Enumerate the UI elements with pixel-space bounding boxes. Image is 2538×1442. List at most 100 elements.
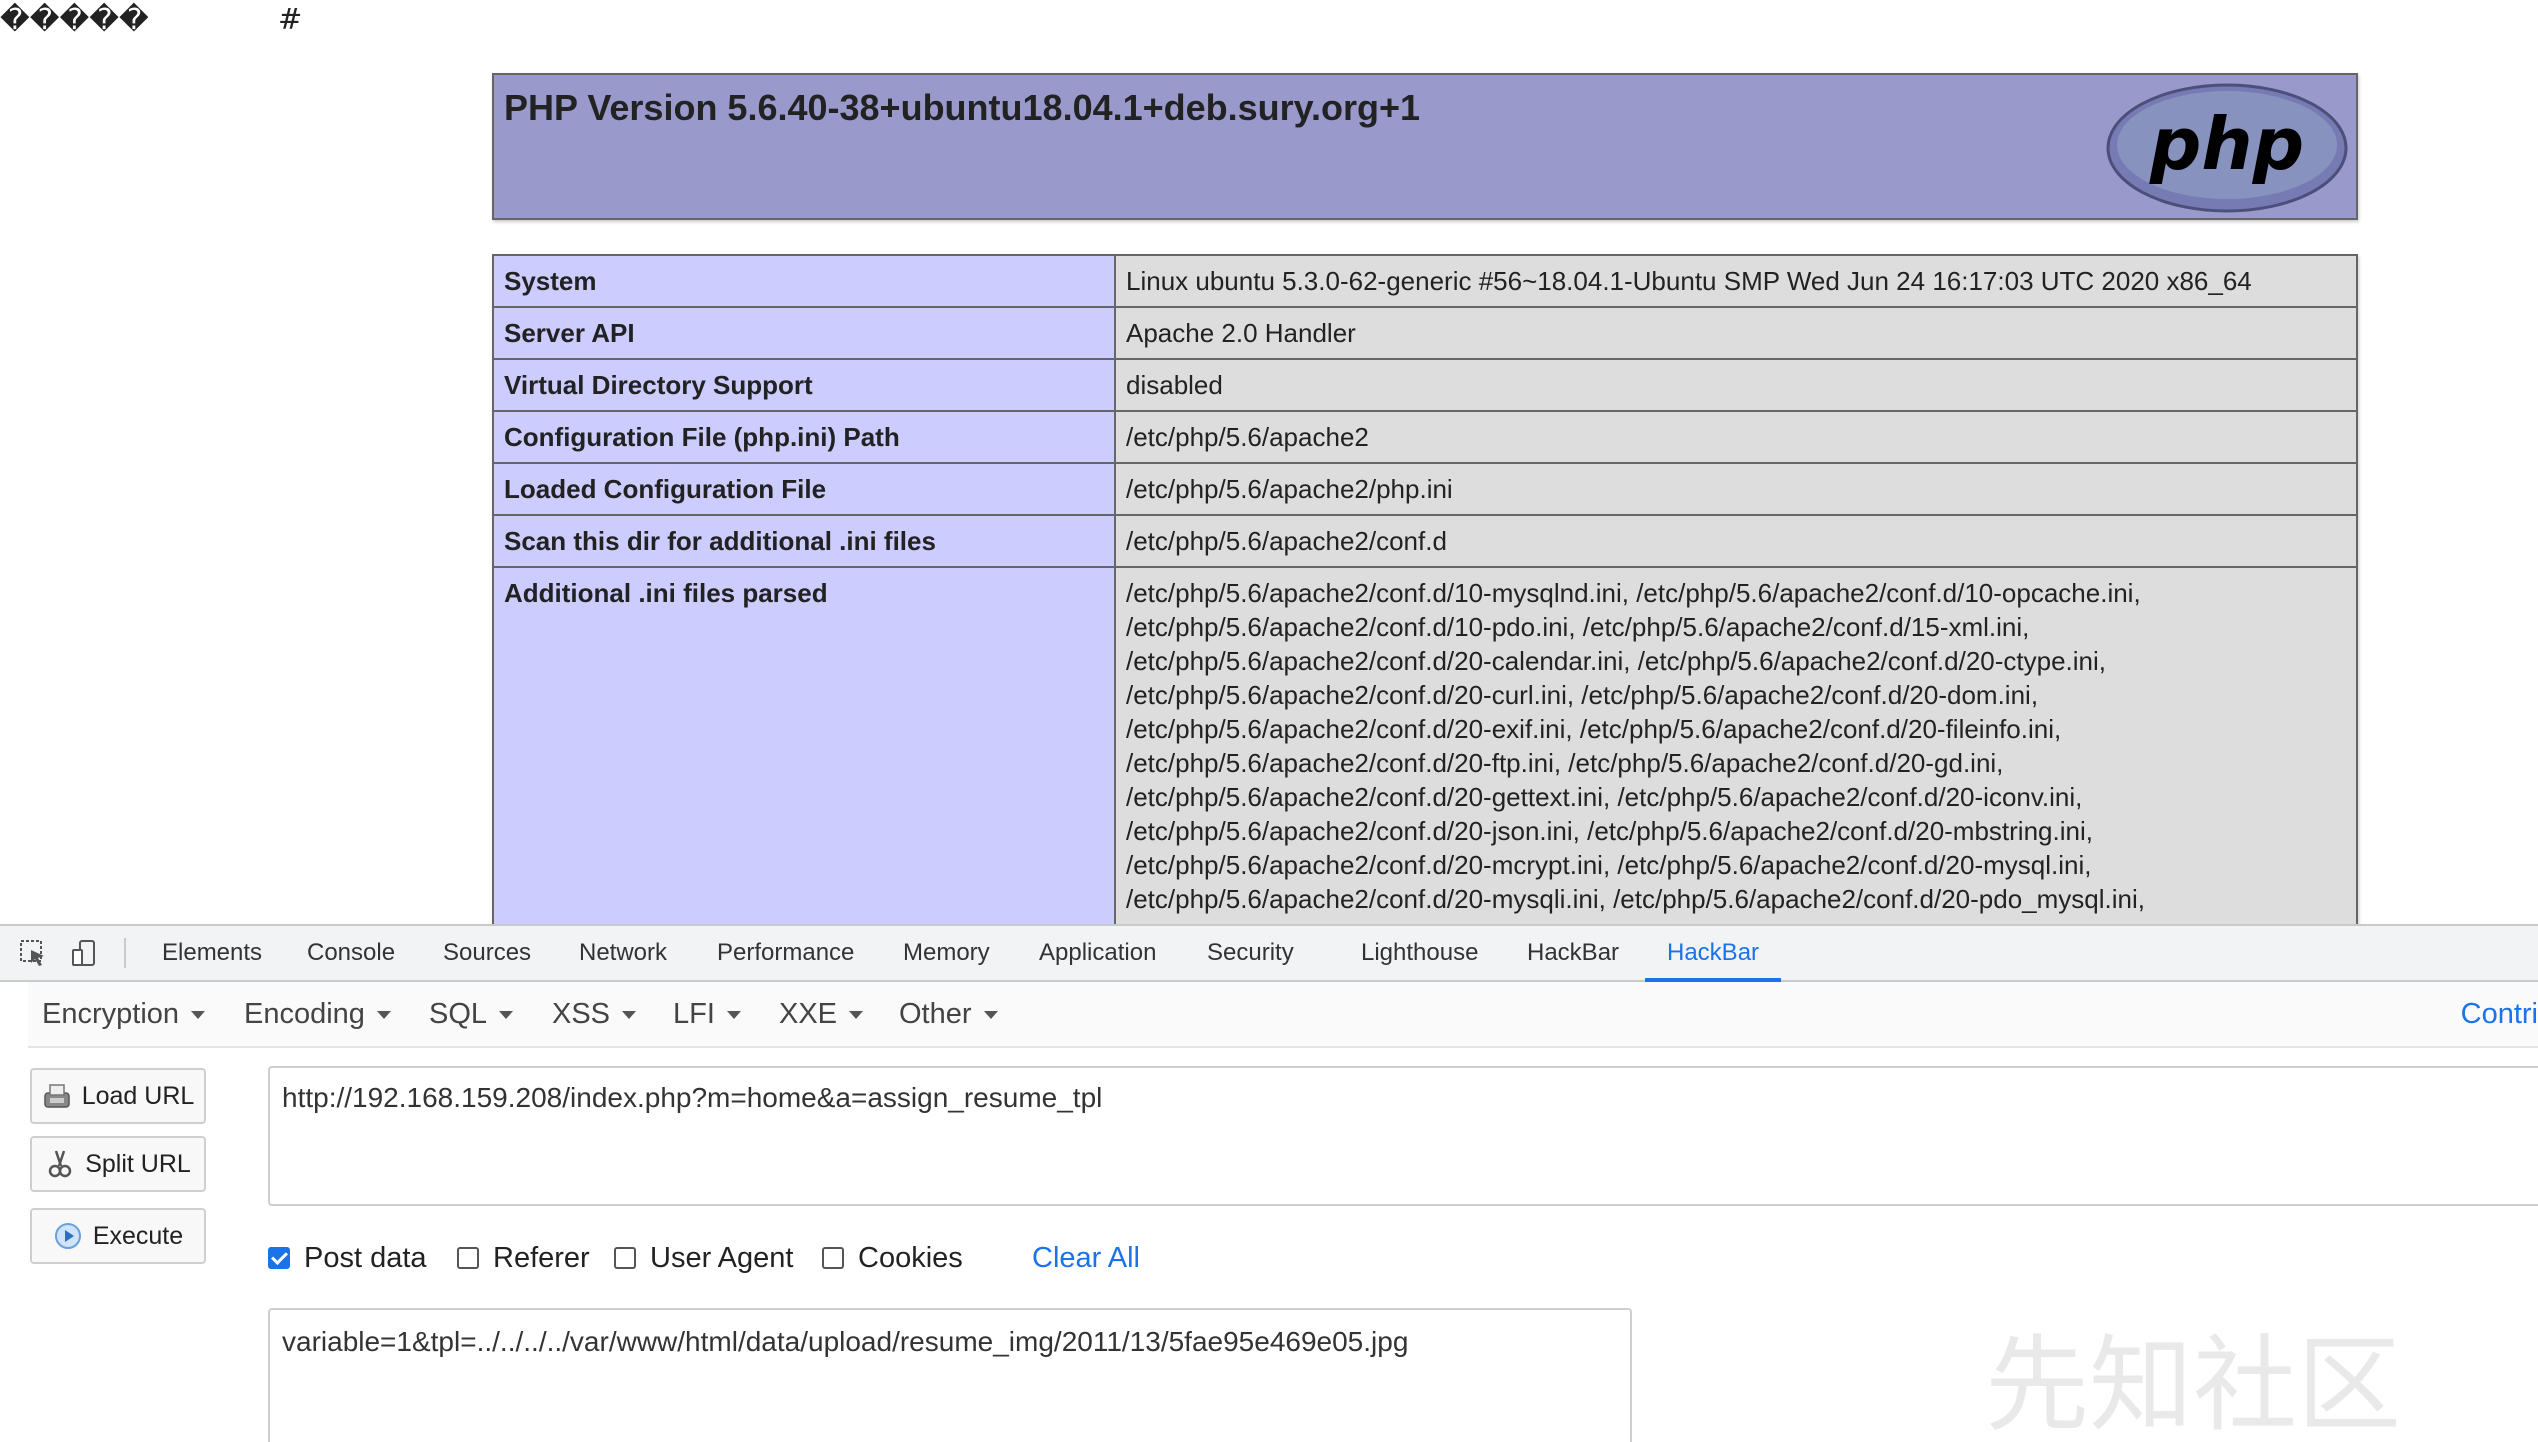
tab-memory[interactable]: Memory bbox=[903, 926, 990, 980]
php-info-key: Scan this dir for additional .ini files bbox=[492, 514, 1116, 568]
split-url-label: Split URL bbox=[85, 1149, 191, 1178]
php-info-key: Additional .ini files parsed bbox=[492, 566, 1116, 926]
user-agent-option[interactable]: User Agent bbox=[614, 1238, 793, 1278]
php-info-value: Apache 2.0 Handler bbox=[1114, 306, 2358, 360]
php-info-value-additional: /etc/php/5.6/apache2/conf.d/10-mysqlnd.i… bbox=[1114, 566, 2358, 926]
menu-xxe-label: XXE bbox=[779, 998, 838, 1030]
php-info-value: disabled bbox=[1114, 358, 2358, 412]
hackbar-menubar: Encryption Encoding SQL XSS LFI XXE Othe… bbox=[28, 982, 2538, 1048]
cookies-option[interactable]: Cookies bbox=[822, 1238, 963, 1278]
execute-button[interactable]: Execute bbox=[30, 1208, 206, 1264]
php-info-value: /etc/php/5.6/apache2 bbox=[1114, 410, 2358, 464]
tab-lighthouse[interactable]: Lighthouse bbox=[1361, 926, 1478, 980]
php-info-row: Virtual Directory Support disabled bbox=[492, 358, 2358, 412]
php-version-title: PHP Version 5.6.40-38+ubuntu18.04.1+deb.… bbox=[504, 87, 1421, 128]
cookies-checkbox[interactable] bbox=[822, 1247, 844, 1269]
menu-sql-label: SQL bbox=[429, 998, 488, 1030]
post-data-checkbox[interactable] bbox=[268, 1247, 290, 1269]
referer-label: Referer bbox=[493, 1241, 590, 1274]
tab-sources[interactable]: Sources bbox=[443, 926, 531, 980]
menu-lfi-label: LFI bbox=[673, 998, 715, 1030]
tab-hackbar-1[interactable]: HackBar bbox=[1527, 926, 1619, 980]
cookies-label: Cookies bbox=[858, 1241, 963, 1274]
php-logo-icon: php bbox=[2106, 83, 2348, 213]
php-info-key: Server API bbox=[492, 306, 1116, 360]
menu-xss[interactable]: XSS bbox=[552, 982, 637, 1046]
menu-other[interactable]: Other bbox=[899, 982, 998, 1046]
caret-down-icon bbox=[499, 1011, 514, 1020]
ini-file-line: /etc/php/5.6/apache2/conf.d/20-exif.ini,… bbox=[1126, 714, 2062, 744]
php-info-value: /etc/php/5.6/apache2/conf.d bbox=[1114, 514, 2358, 568]
referer-option[interactable]: Referer bbox=[457, 1238, 590, 1278]
garbled-text: ����� bbox=[0, 2, 149, 36]
tab-performance[interactable]: Performance bbox=[717, 926, 854, 980]
user-agent-label: User Agent bbox=[650, 1241, 794, 1274]
php-logo-text: php bbox=[2149, 102, 2304, 186]
referer-checkbox[interactable] bbox=[457, 1247, 479, 1269]
caret-down-icon bbox=[191, 1011, 206, 1020]
php-info-key: Configuration File (php.ini) Path bbox=[492, 410, 1116, 464]
tab-console[interactable]: Console bbox=[307, 926, 395, 980]
watermark-text: 先知社区 bbox=[1985, 1324, 2402, 1442]
tab-hackbar-2[interactable]: HackBar bbox=[1644, 926, 1782, 982]
ini-file-line: /etc/php/5.6/apache2/conf.d/20-calendar.… bbox=[1126, 646, 2107, 676]
post-data-input[interactable]: variable=1&tpl=../../../../var/www/html/… bbox=[268, 1308, 1632, 1442]
ini-file-line: /etc/php/5.6/apache2/conf.d/20-json.ini,… bbox=[1126, 816, 2093, 846]
ini-file-line: /etc/php/5.6/apache2/conf.d/20-curl.ini,… bbox=[1126, 680, 2039, 710]
screen: ����� # PHP Version 5.6.40-38+ubuntu18.0… bbox=[0, 0, 2538, 1442]
ini-file-line: /etc/php/5.6/apache2/conf.d/20-ftp.ini, … bbox=[1126, 748, 2004, 778]
inspect-element-icon[interactable] bbox=[18, 938, 48, 968]
url-input[interactable]: http://192.168.159.208/index.php?m=home&… bbox=[268, 1066, 2538, 1206]
tab-application[interactable]: Application bbox=[1039, 926, 1156, 980]
php-info-row: Server API Apache 2.0 Handler bbox=[492, 306, 2358, 360]
contribute-link[interactable]: Contri bbox=[2461, 982, 2538, 1046]
clear-all-link[interactable]: Clear All bbox=[1032, 1238, 1140, 1278]
tab-elements[interactable]: Elements bbox=[162, 926, 262, 980]
menu-encryption-label: Encryption bbox=[42, 998, 180, 1030]
ini-file-line: /etc/php/5.6/apache2/conf.d/10-pdo.ini, … bbox=[1126, 612, 2030, 642]
ini-file-line: /etc/php/5.6/apache2/conf.d/20-mcrypt.in… bbox=[1126, 850, 2092, 880]
load-url-icon bbox=[43, 1084, 70, 1108]
php-info-row: System Linux ubuntu 5.3.0-62-generic #56~… bbox=[492, 254, 2358, 308]
tabbar-separator bbox=[124, 938, 126, 968]
menu-encoding[interactable]: Encoding bbox=[244, 982, 391, 1046]
caret-down-icon bbox=[622, 1011, 637, 1020]
ini-file-line: /etc/php/5.6/apache2/conf.d/20-mysqli.in… bbox=[1126, 884, 2145, 914]
tab-security[interactable]: Security bbox=[1207, 926, 1294, 980]
user-agent-checkbox[interactable] bbox=[614, 1247, 636, 1269]
php-info-row: Configuration File (php.ini) Path/etc/ph… bbox=[492, 410, 2358, 464]
tab-network[interactable]: Network bbox=[579, 926, 667, 980]
menu-xxe[interactable]: XXE bbox=[779, 982, 864, 1046]
php-info-row: Loaded Configuration File/etc/php/5.6/ap… bbox=[492, 462, 2358, 516]
php-info-key: Virtual Directory Support bbox=[492, 358, 1116, 412]
ini-file-line: /etc/php/5.6/apache2/conf.d/10-mysqlnd.i… bbox=[1126, 578, 2141, 608]
php-info-value: Linux ubuntu 5.3.0-62-generic #56~18.04.… bbox=[1114, 254, 2358, 308]
split-url-button[interactable]: Split URL bbox=[30, 1136, 206, 1192]
php-info-key: Loaded Configuration File bbox=[492, 462, 1116, 516]
menu-encoding-label: Encoding bbox=[244, 998, 365, 1030]
hash-text: # bbox=[278, 2, 303, 36]
menu-xss-label: XSS bbox=[552, 998, 611, 1030]
menu-encryption[interactable]: Encryption bbox=[42, 982, 206, 1046]
php-version-header: PHP Version 5.6.40-38+ubuntu18.04.1+deb.… bbox=[492, 73, 2358, 220]
post-data-option[interactable]: Post data bbox=[268, 1238, 427, 1278]
php-info-row: Scan this dir for additional .ini files /… bbox=[492, 514, 2358, 568]
post-data-label: Post data bbox=[304, 1241, 427, 1274]
scissors-icon bbox=[48, 1150, 72, 1178]
php-info-value: /etc/php/5.6/apache2/php.ini bbox=[1114, 462, 2358, 516]
php-info-row: Additional .ini files parsed/etc/php/5.6… bbox=[492, 566, 2358, 926]
caret-down-icon bbox=[726, 1011, 741, 1020]
devtools-tabbar: Elements Console Sources Network Perform… bbox=[0, 926, 2538, 982]
caret-down-icon bbox=[983, 1011, 998, 1020]
menu-other-label: Other bbox=[899, 998, 972, 1030]
ini-file-line: /etc/php/5.6/apache2/conf.d/20-gettext.i… bbox=[1126, 782, 2083, 812]
load-url-label: Load URL bbox=[81, 1081, 195, 1110]
load-url-button[interactable]: Load URL bbox=[30, 1068, 206, 1124]
php-info-key: System bbox=[492, 254, 1116, 308]
caret-down-icon bbox=[376, 1011, 391, 1020]
menu-sql[interactable]: SQL bbox=[429, 982, 514, 1046]
caret-down-icon bbox=[849, 1011, 864, 1020]
menu-lfi[interactable]: LFI bbox=[673, 982, 741, 1046]
php-info-table: System Linux ubuntu 5.3.0-62-generic #56~… bbox=[492, 254, 2358, 926]
device-toolbar-icon[interactable] bbox=[70, 938, 100, 968]
